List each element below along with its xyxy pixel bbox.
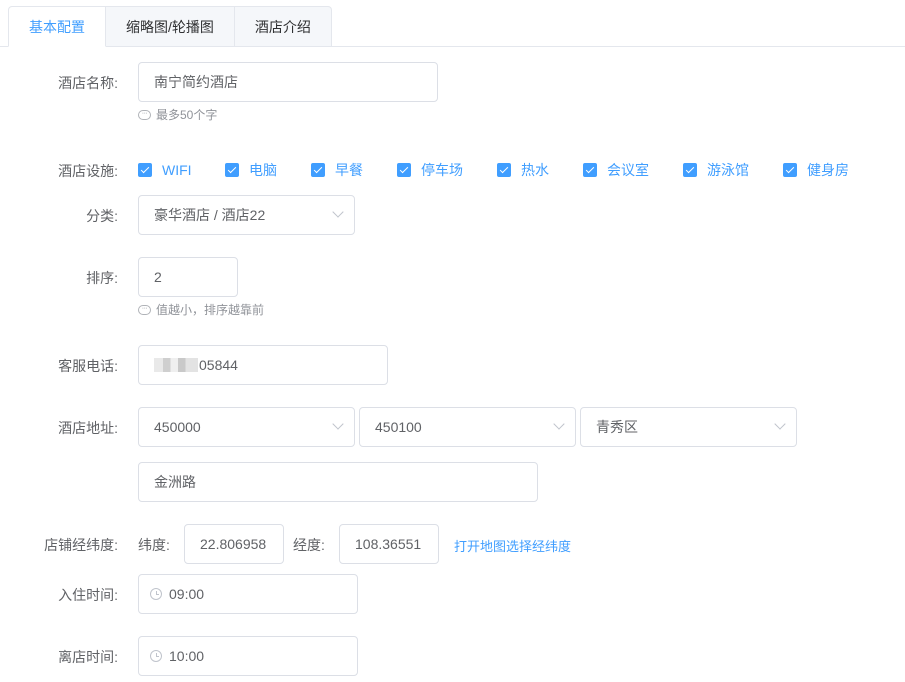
clock-icon bbox=[150, 650, 162, 662]
longitude-value: 108.36551 bbox=[355, 536, 422, 552]
latitude-label: 纬度: bbox=[138, 537, 170, 553]
hotel-name-input[interactable]: 南宁简约酒店 bbox=[138, 62, 438, 102]
latitude-input[interactable]: 22.806958 bbox=[184, 524, 284, 564]
address-label: 酒店地址: bbox=[58, 420, 118, 436]
latitude-value: 22.806958 bbox=[200, 536, 267, 552]
comment-icon: ··· bbox=[138, 304, 151, 315]
city-value: 450100 bbox=[375, 419, 422, 435]
facility-checkbox-gym[interactable]: 健身房 bbox=[783, 160, 863, 180]
checkin-time-picker[interactable]: 09:00 bbox=[138, 574, 358, 614]
checkbox-checked-icon bbox=[783, 163, 797, 177]
category-label: 分类: bbox=[86, 208, 118, 224]
clock-icon bbox=[150, 588, 162, 600]
phone-label: 客服电话: bbox=[58, 358, 118, 374]
coords-label: 店铺经纬度: bbox=[44, 537, 118, 553]
district-value: 青秀区 bbox=[596, 419, 638, 435]
sort-label: 排序: bbox=[86, 270, 118, 286]
checkin-value: 09:00 bbox=[169, 586, 205, 602]
facility-checkbox-pool[interactable]: 游泳馆 bbox=[683, 160, 783, 180]
phone-value: 05844 bbox=[199, 357, 238, 373]
checkout-value: 10:00 bbox=[169, 648, 205, 664]
checkbox-checked-icon bbox=[497, 163, 511, 177]
checkbox-checked-icon bbox=[397, 163, 411, 177]
chevron-down-icon bbox=[774, 418, 786, 430]
facility-checkbox-breakfast[interactable]: 早餐 bbox=[311, 160, 397, 180]
city-select[interactable]: 450100 bbox=[359, 407, 576, 447]
facility-checkbox-wifi[interactable]: WIFI bbox=[138, 162, 225, 178]
facility-checkbox-meeting-room[interactable]: 会议室 bbox=[583, 160, 683, 180]
comment-icon: ··· bbox=[138, 109, 151, 120]
facility-checkbox-computer[interactable]: 电脑 bbox=[225, 160, 311, 180]
checkin-label: 入住时间: bbox=[58, 587, 118, 603]
category-cascader[interactable]: 豪华酒店 / 酒店22 bbox=[138, 195, 355, 235]
street-value: 金洲路 bbox=[154, 474, 196, 490]
tab-thumbnail-carousel[interactable]: 缩略图/轮播图 bbox=[106, 6, 235, 47]
tab-basic-config[interactable]: 基本配置 bbox=[8, 6, 106, 47]
checkout-label: 离店时间: bbox=[58, 649, 118, 665]
category-value: 豪华酒店 / 酒店22 bbox=[154, 207, 266, 223]
sort-input[interactable]: 2 bbox=[138, 257, 238, 297]
longitude-input[interactable]: 108.36551 bbox=[339, 524, 439, 564]
open-map-link[interactable]: 打开地图选择经纬度 bbox=[454, 536, 571, 555]
checkbox-checked-icon bbox=[225, 163, 239, 177]
sort-hint: ··· 值越小，排序越靠前 bbox=[138, 303, 264, 317]
chevron-down-icon bbox=[553, 418, 565, 430]
hotel-name-hint: ··· 最多50个字 bbox=[138, 108, 217, 122]
tab-hotel-intro[interactable]: 酒店介绍 bbox=[234, 6, 332, 47]
checkbox-checked-icon bbox=[583, 163, 597, 177]
facility-checkbox-parking[interactable]: 停车场 bbox=[397, 160, 497, 180]
chevron-down-icon bbox=[332, 206, 344, 218]
district-select[interactable]: 青秀区 bbox=[580, 407, 797, 447]
phone-input[interactable]: 05844 bbox=[138, 345, 388, 385]
hotel-name-value: 南宁简约酒店 bbox=[154, 74, 238, 90]
tab-bar: 基本配置 缩略图/轮播图 酒店介绍 bbox=[8, 6, 332, 47]
facilities-label: 酒店设施: bbox=[58, 163, 118, 179]
redacted-mask bbox=[154, 358, 198, 373]
street-input[interactable]: 金洲路 bbox=[138, 462, 538, 502]
sort-value: 2 bbox=[154, 269, 162, 285]
facilities-checkbox-group: WIFI 电脑 早餐 停车场 热水 会议室 游泳馆 健身房 bbox=[138, 160, 863, 180]
province-value: 450000 bbox=[154, 419, 201, 435]
checkbox-checked-icon bbox=[138, 163, 152, 177]
checkbox-checked-icon bbox=[311, 163, 325, 177]
facility-checkbox-hot-water[interactable]: 热水 bbox=[497, 160, 583, 180]
chevron-down-icon bbox=[332, 418, 344, 430]
hotel-name-label: 酒店名称: bbox=[58, 75, 118, 91]
longitude-label: 经度: bbox=[293, 537, 325, 553]
checkout-time-picker[interactable]: 10:00 bbox=[138, 636, 358, 676]
checkbox-checked-icon bbox=[683, 163, 697, 177]
province-select[interactable]: 450000 bbox=[138, 407, 355, 447]
